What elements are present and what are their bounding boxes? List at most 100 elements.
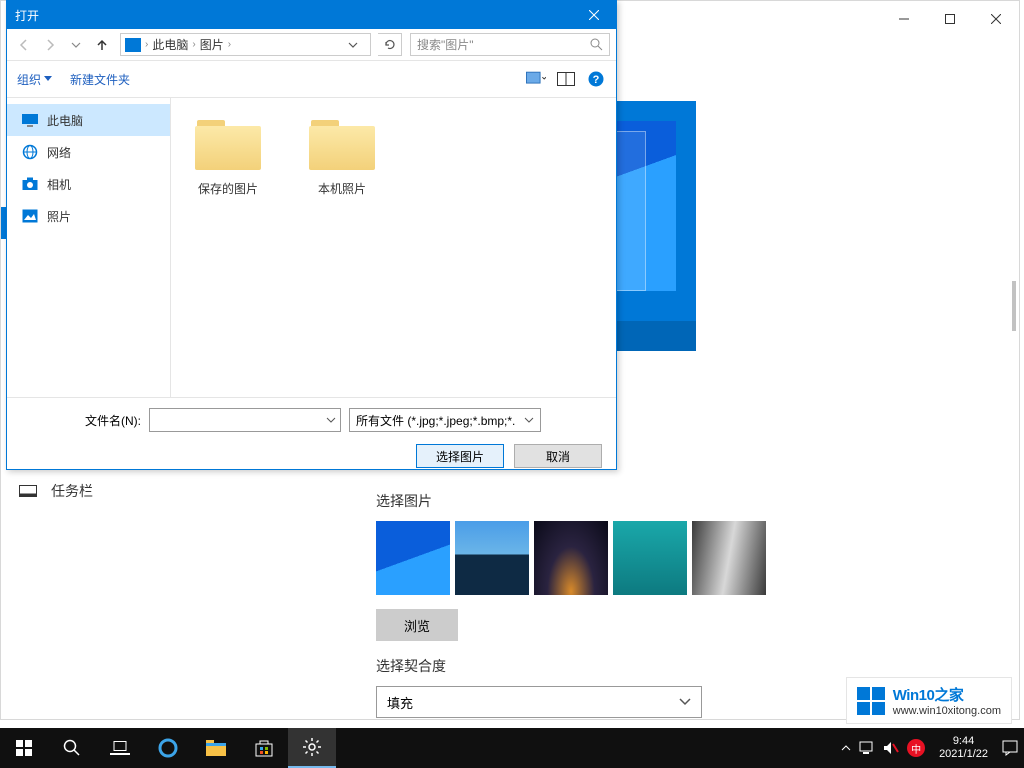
- folder-name: 本机照片: [297, 180, 387, 197]
- system-tray: 中 9:44 2021/1/22: [841, 735, 1024, 761]
- sidebar-label: 网络: [47, 144, 71, 161]
- start-button[interactable]: [0, 728, 48, 768]
- folder-item[interactable]: 保存的图片: [183, 116, 273, 197]
- filetype-text: 所有文件 (*.jpg;*.jpeg;*.bmp;*.: [356, 412, 515, 429]
- fit-section: 选择契合度 填充: [376, 656, 702, 718]
- cancel-button[interactable]: 取消: [514, 444, 602, 468]
- volume-tray-icon[interactable]: [883, 741, 899, 755]
- help-button[interactable]: ?: [586, 70, 606, 88]
- dialog-sidebar: 此电脑 网络 相机 照片: [7, 98, 171, 397]
- clock[interactable]: 9:44 2021/1/22: [933, 735, 994, 761]
- forward-button[interactable]: [39, 34, 61, 56]
- filename-label: 文件名(N):: [21, 412, 141, 429]
- search-placeholder: 搜索"图片": [417, 36, 590, 53]
- select-picture-label: 选择图片: [376, 491, 766, 511]
- task-view-button[interactable]: [96, 728, 144, 768]
- fit-value: 填充: [387, 693, 413, 712]
- picture-thumbnails: [376, 521, 766, 595]
- folder-icon: [191, 116, 265, 174]
- action-center-icon[interactable]: [1002, 740, 1018, 756]
- chevron-icon: ›: [145, 39, 148, 50]
- store-button[interactable]: [240, 728, 288, 768]
- crumb-pc[interactable]: 此电脑: [152, 36, 188, 53]
- thumb-3[interactable]: [613, 521, 687, 595]
- maximize-button[interactable]: [927, 4, 973, 34]
- tray-overflow-icon[interactable]: [841, 744, 851, 752]
- taskbar: 中 9:44 2021/1/22: [0, 728, 1024, 768]
- chevron-icon: ›: [228, 39, 231, 50]
- open-dialog: 打开 › 此电脑 › 图片 › 搜索"图片" 组织 新建文件夹: [6, 0, 617, 470]
- dialog-toolbar: 组织 新建文件夹 ?: [7, 61, 616, 97]
- sidebar-item-network[interactable]: 网络: [7, 136, 170, 168]
- close-button[interactable]: [973, 4, 1019, 34]
- sidebar-label: 此电脑: [47, 112, 83, 129]
- view-button[interactable]: [526, 70, 546, 88]
- network-icon: [21, 144, 39, 160]
- dialog-content: 保存的图片 本机照片: [171, 98, 616, 397]
- sidebar-item-camera[interactable]: 相机: [7, 168, 170, 200]
- open-button[interactable]: 选择图片: [416, 444, 504, 468]
- select-picture-section: 选择图片 浏览: [376, 491, 766, 641]
- caret-down-icon: [524, 416, 534, 424]
- sidebar-item-pc[interactable]: 此电脑: [7, 104, 170, 136]
- organize-button[interactable]: 组织: [17, 71, 52, 88]
- chevron-down-icon: [679, 698, 691, 706]
- dialog-title: 打开: [15, 7, 39, 24]
- watermark-brand: Win10之家: [893, 684, 1001, 705]
- preview-pane-button[interactable]: [556, 70, 576, 88]
- new-folder-button[interactable]: 新建文件夹: [70, 71, 130, 88]
- dialog-body: 此电脑 网络 相机 照片 保存的图片 本机照片: [7, 97, 616, 397]
- thumb-2[interactable]: [534, 521, 608, 595]
- pc-icon: [125, 38, 141, 52]
- time-text: 9:44: [939, 735, 988, 748]
- refresh-button[interactable]: [378, 33, 402, 56]
- browse-button[interactable]: 浏览: [376, 609, 458, 641]
- scrollbar[interactable]: [1012, 281, 1016, 331]
- filetype-dropdown[interactable]: 所有文件 (*.jpg;*.jpeg;*.bmp;*.: [349, 408, 541, 432]
- dialog-bottom: 文件名(N): 所有文件 (*.jpg;*.jpeg;*.bmp;*. 选择图片…: [7, 397, 616, 478]
- windows-logo-icon: [857, 687, 885, 715]
- date-text: 2021/1/22: [939, 748, 988, 761]
- address-bar[interactable]: › 此电脑 › 图片 ›: [120, 33, 371, 56]
- explorer-button[interactable]: [192, 728, 240, 768]
- address-dropdown[interactable]: [348, 41, 366, 49]
- fit-label: 选择契合度: [376, 656, 702, 676]
- thumb-4[interactable]: [692, 521, 766, 595]
- back-button[interactable]: [13, 34, 35, 56]
- photos-icon: [21, 208, 39, 224]
- up-button[interactable]: [91, 34, 113, 56]
- settings-button[interactable]: [288, 728, 336, 768]
- sidebar-label: 照片: [47, 208, 71, 225]
- caret-down-icon: [326, 416, 336, 424]
- search-input[interactable]: 搜索"图片": [410, 33, 610, 56]
- sidebar-item-label: 任务栏: [51, 481, 93, 501]
- minimize-button[interactable]: [881, 4, 927, 34]
- watermark: Win10之家 www.win10xitong.com: [846, 677, 1012, 724]
- thumb-0[interactable]: [376, 521, 450, 595]
- thumb-1[interactable]: [455, 521, 529, 595]
- camera-icon: [21, 176, 39, 192]
- caret-down-icon: [44, 76, 52, 82]
- folder-item[interactable]: 本机照片: [297, 116, 387, 197]
- svg-text:?: ?: [593, 74, 600, 86]
- folder-name: 保存的图片: [183, 180, 273, 197]
- filename-input[interactable]: [149, 408, 341, 432]
- watermark-url: www.win10xitong.com: [893, 705, 1001, 717]
- ime-tray-icon[interactable]: 中: [907, 739, 925, 757]
- sidebar-item-photos[interactable]: 照片: [7, 200, 170, 232]
- search-icon: [590, 38, 603, 51]
- crumb-pics[interactable]: 图片: [200, 36, 224, 53]
- search-button[interactable]: [48, 728, 96, 768]
- edge-button[interactable]: [144, 728, 192, 768]
- network-tray-icon[interactable]: [859, 741, 875, 755]
- taskbar-icon: [19, 484, 37, 498]
- fit-dropdown[interactable]: 填充: [376, 686, 702, 718]
- recent-button[interactable]: [65, 34, 87, 56]
- dialog-titlebar: 打开: [7, 1, 616, 29]
- dialog-close-button[interactable]: [571, 1, 616, 29]
- sidebar-label: 相机: [47, 176, 71, 193]
- chevron-icon: ›: [192, 39, 195, 50]
- dialog-nav: › 此电脑 › 图片 › 搜索"图片": [7, 29, 616, 61]
- pc-icon: [21, 112, 39, 128]
- folder-icon: [305, 116, 379, 174]
